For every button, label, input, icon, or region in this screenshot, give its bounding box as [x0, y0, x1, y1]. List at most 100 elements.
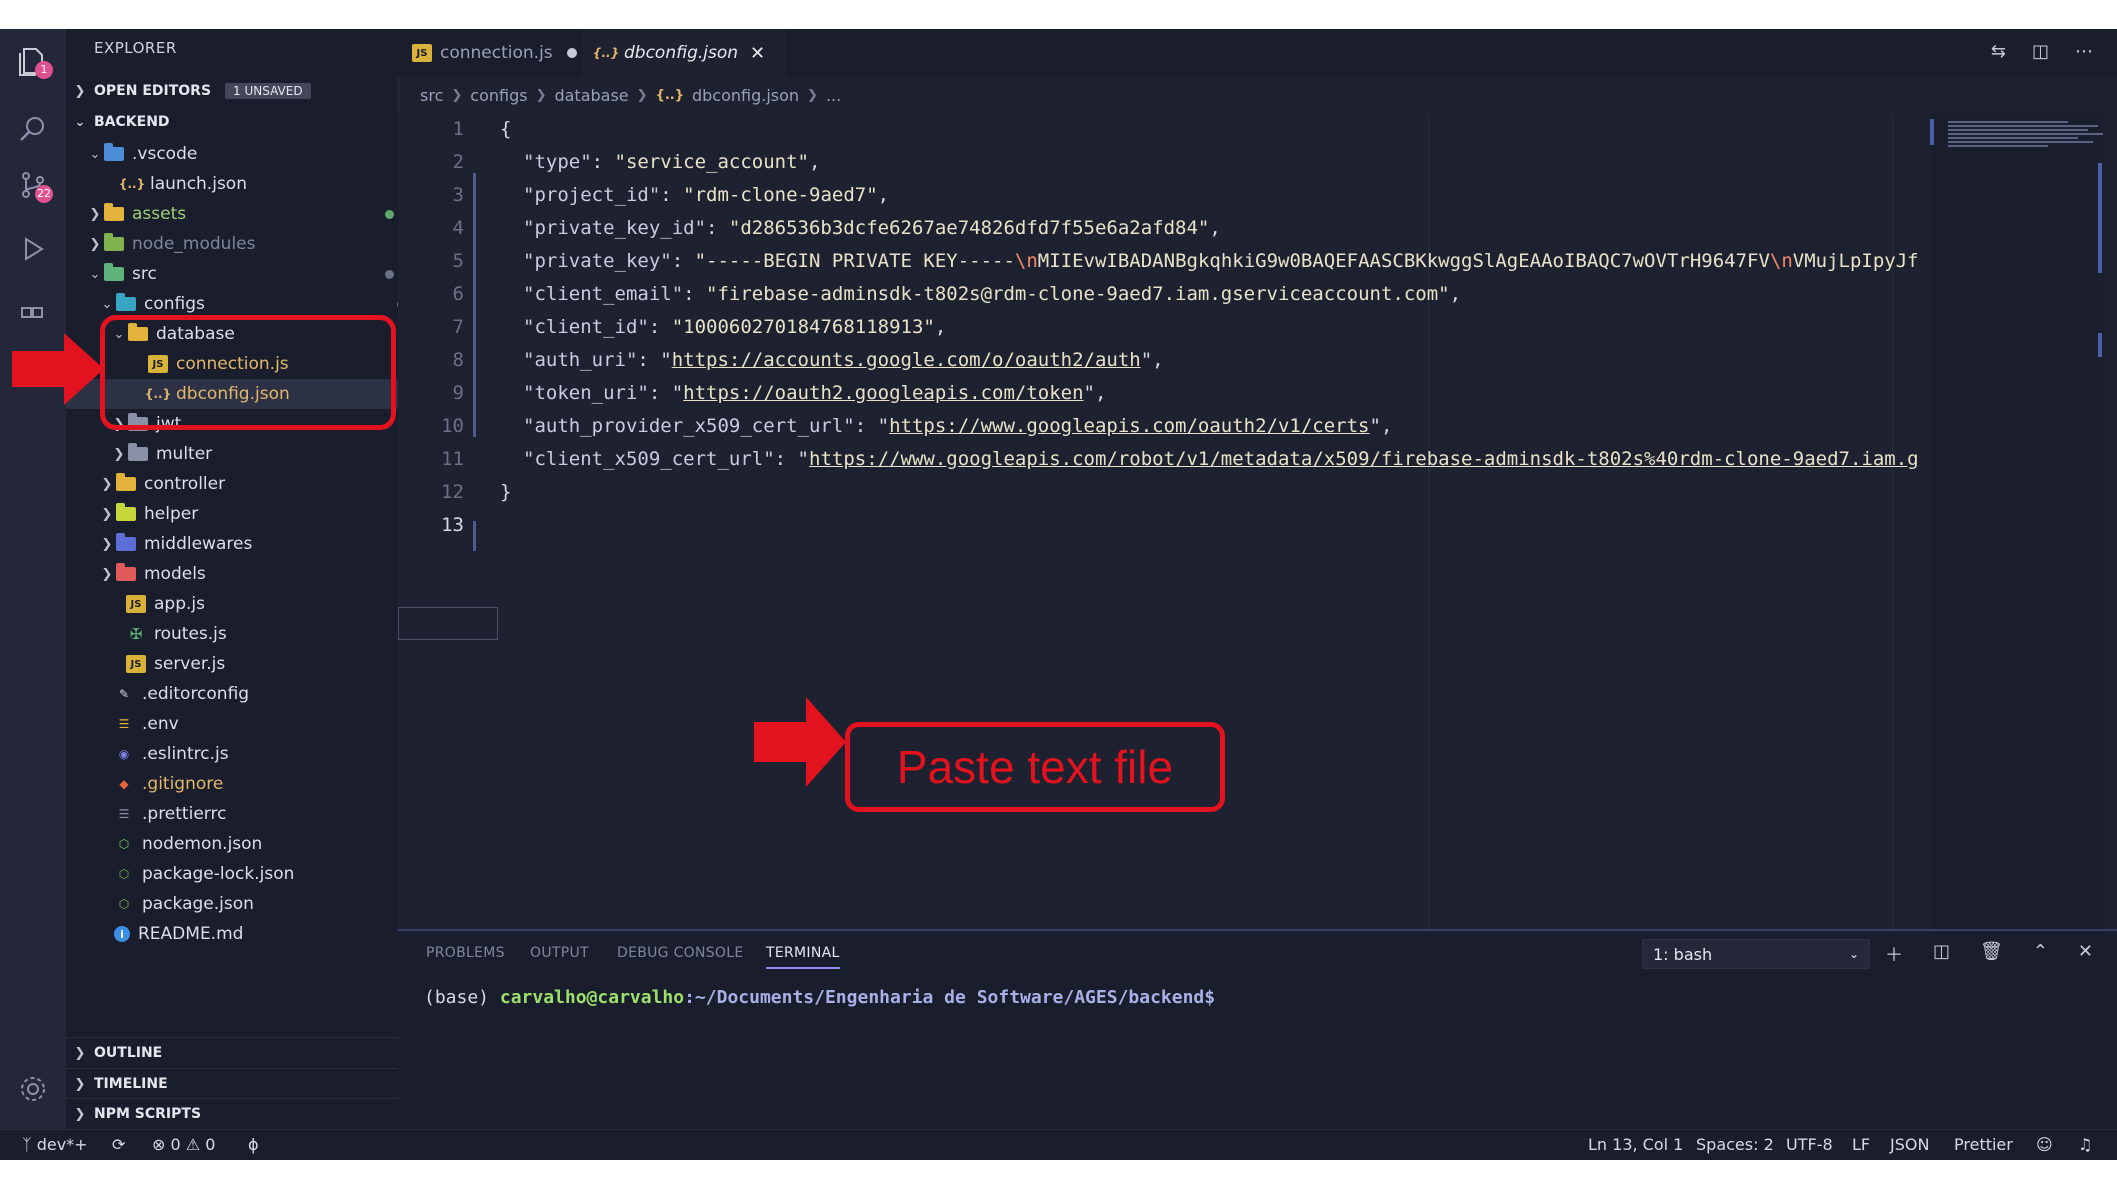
encoding-status[interactable]: UTF-8 — [1786, 1135, 1833, 1154]
js-file-icon: JS — [412, 44, 432, 62]
project-label: BACKEND — [94, 114, 170, 130]
tree-label: server.js — [154, 654, 226, 674]
split-editor-icon[interactable]: ◫ — [2032, 41, 2049, 62]
breadcrumb-item[interactable]: configs — [470, 86, 527, 105]
annotation-highlight-box — [100, 315, 396, 430]
project-header[interactable]: ⌄ BACKEND — [66, 107, 398, 137]
explorer-icon[interactable]: 1 — [13, 41, 53, 81]
tree-file-launch-json[interactable]: {..} launch.json — [66, 169, 454, 199]
breadcrumb-item[interactable]: src — [420, 86, 443, 105]
close-icon[interactable]: ✕ — [750, 43, 765, 64]
json-url-value[interactable]: https://accounts.google.com/o/oauth2/aut… — [672, 349, 1141, 371]
json-file-icon: {..} — [655, 87, 684, 103]
code-line: 2 "type": "service_account", — [398, 146, 1930, 179]
npm-file-icon: ⬡ — [118, 867, 130, 881]
problems-status[interactable]: ⊗ 0 ⚠ 0 — [152, 1135, 215, 1154]
tab-debug-console[interactable]: DEBUG CONSOLE — [617, 945, 744, 961]
notifications-bell-icon[interactable]: ♫ — [2078, 1135, 2092, 1154]
folder-icon — [128, 443, 148, 461]
source-control-icon[interactable]: 22 — [13, 165, 53, 205]
open-editors-label: OPEN EDITORS — [94, 83, 212, 99]
unsaved-badge: 1 UNSAVED — [225, 83, 311, 99]
json-url-value[interactable]: https://www.googleapis.com/oauth2/v1/cer… — [889, 415, 1369, 437]
escape-sequence: \n — [1014, 250, 1038, 272]
tab-output[interactable]: OUTPUT — [530, 945, 589, 961]
tab-connection-js[interactable]: JS connection.js — [398, 29, 606, 77]
tree-file-eslintrc[interactable]: ◉ .eslintrc.js — [66, 739, 446, 769]
tree-file-package-json[interactable]: ⬡ package.json — [66, 889, 446, 919]
info-file-icon: i — [114, 926, 130, 942]
json-url-value[interactable]: https://www.googleapis.com/robot/v1/meta… — [809, 448, 1919, 470]
outline-header[interactable]: ❯ OUTLINE — [66, 1038, 398, 1068]
formatter-status[interactable]: Prettier — [1954, 1135, 2013, 1154]
json-key: "client_id" — [523, 316, 649, 338]
tab-terminal[interactable]: TERMINAL — [766, 945, 840, 969]
lightning-icon[interactable]: ϕ — [248, 1135, 259, 1154]
scrollbar-thumb[interactable] — [2098, 163, 2102, 273]
branch-status[interactable]: ᛉ dev*+ — [22, 1135, 88, 1154]
cursor-position[interactable]: Ln 13, Col 1 — [1588, 1135, 1683, 1154]
feedback-icon[interactable]: ☺ — [2036, 1135, 2053, 1154]
scrollbar-marker — [2098, 333, 2102, 357]
status-dot — [385, 269, 394, 279]
extensions-icon[interactable] — [13, 291, 53, 331]
line-number: 13 — [441, 514, 464, 536]
new-terminal-icon[interactable]: ＋ — [1885, 941, 1903, 967]
tree-label: .vscode — [132, 144, 198, 164]
compare-changes-icon[interactable]: ⇆ — [1991, 41, 2006, 62]
language-mode[interactable]: JSON — [1890, 1135, 1929, 1154]
tree-folder-multer[interactable]: ❯ multer — [66, 439, 442, 469]
chevron-down-icon: ⌄ — [1848, 947, 1859, 961]
tree-folder-assets[interactable]: ❯ assets — [66, 199, 418, 229]
line-number: 8 — [452, 349, 464, 371]
breadcrumb-item[interactable]: ... — [826, 86, 841, 105]
tree-folder-controller[interactable]: ❯ controller — [66, 469, 430, 499]
prompt-path: :~/Documents/Engenharia de Software/AGES… — [684, 987, 1216, 1008]
run-debug-icon[interactable] — [13, 229, 53, 269]
maximize-panel-icon[interactable]: ⌃ — [2033, 941, 2048, 967]
tree-folder-middlewares[interactable]: ❯ middlewares — [66, 529, 430, 559]
timeline-header[interactable]: ❯ TIMELINE — [66, 1069, 398, 1099]
tree-folder-src[interactable]: ⌄ src — [66, 259, 418, 289]
tree-file-gitignore[interactable]: ◆ .gitignore M — [66, 769, 446, 799]
npm-scripts-header[interactable]: ❯ NPM SCRIPTS — [66, 1099, 398, 1129]
tree-folder-node-modules[interactable]: ❯ node_modules — [66, 229, 418, 259]
eol-status[interactable]: LF — [1852, 1135, 1870, 1154]
tree-file-env[interactable]: ☰ .env — [66, 709, 446, 739]
tree-file-prettierrc[interactable]: ☰ .prettierrc — [66, 799, 446, 829]
minimap[interactable] — [1930, 113, 2105, 929]
terminal-select[interactable]: 1: bash ⌄ — [1642, 939, 1870, 969]
tree-file-editorconfig[interactable]: ✎ .editorconfig — [66, 679, 446, 709]
tree-folder-vscode[interactable]: ⌄ .vscode — [66, 139, 418, 169]
settings-gear-icon[interactable] — [13, 1069, 53, 1109]
json-url-value[interactable]: https://oauth2.googleapis.com/token — [683, 382, 1083, 404]
tab-label: dbconfig.json — [624, 43, 739, 63]
sync-icon[interactable]: ⟳ — [112, 1135, 125, 1154]
tree-folder-helper[interactable]: ❯ helper — [66, 499, 430, 529]
tree-file-package-lock-json[interactable]: ⬡ package-lock.json — [66, 859, 446, 889]
breadcrumb-item[interactable]: dbconfig.json — [692, 86, 799, 105]
open-editors-header[interactable]: ❯ OPEN EDITORS 1 UNSAVED — [66, 76, 398, 106]
code-line: 6 "client_email": "firebase-adminsdk-t802… — [398, 278, 1930, 311]
more-actions-icon[interactable]: ⋯ — [2075, 41, 2093, 62]
folder-icon — [104, 203, 124, 221]
trash-icon[interactable]: 🗑 — [1980, 941, 2003, 967]
tab-problems[interactable]: PROBLEMS — [426, 945, 505, 961]
code-line: 4 "private_key_id": "d286536b3dcfe6267ae7… — [398, 212, 1930, 245]
tree-folder-models[interactable]: ❯ models — [66, 559, 430, 589]
search-icon[interactable] — [13, 109, 53, 149]
code-line: 13 — [398, 509, 1930, 542]
annotation-label: Paste text file — [845, 722, 1225, 812]
tab-dbconfig-json[interactable]: {..} dbconfig.json ✕ — [582, 29, 786, 77]
chevron-right-icon: ❯ — [535, 87, 547, 103]
json-value: "100060270184768118913" — [671, 316, 935, 338]
tree-file-readme[interactable]: i README.md — [66, 919, 446, 949]
close-panel-icon[interactable]: ✕ — [2078, 941, 2093, 967]
breadcrumb-item[interactable]: database — [554, 86, 628, 105]
indentation-status[interactable]: Spaces: 2 — [1696, 1135, 1774, 1154]
chevron-right-icon: ❯ — [101, 566, 113, 582]
tree-file-nodemon-json[interactable]: ⬡ nodemon.json — [66, 829, 446, 859]
code-line: 12} — [398, 476, 1930, 509]
split-terminal-icon[interactable]: ◫ — [1933, 941, 1950, 967]
terminal-output[interactable]: (base) carvalho@carvalho:~/Documents/Eng… — [424, 987, 1215, 1008]
